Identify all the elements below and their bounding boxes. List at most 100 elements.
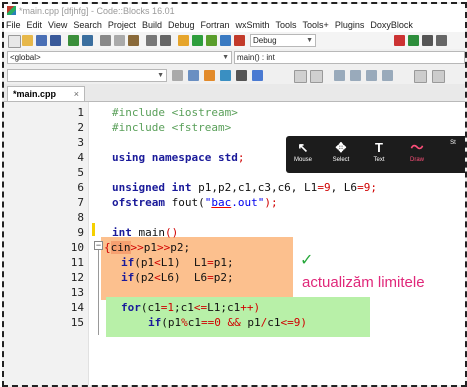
line-number: 2 (77, 121, 84, 134)
draw-tool-stamp[interactable]: St (438, 136, 465, 173)
regex-icon[interactable] (252, 70, 263, 81)
cut-icon[interactable] (100, 35, 111, 46)
jump-forward-icon[interactable] (188, 70, 199, 81)
menu-tools[interactable]: Tools (274, 18, 301, 32)
code-line-4: using namespace std; (112, 151, 245, 164)
menu-file[interactable]: File (4, 18, 25, 32)
fold-toggle-icon[interactable]: − (94, 241, 103, 250)
line-number: 3 (77, 136, 84, 149)
debug-step-icon[interactable] (422, 35, 433, 46)
rebuild-icon[interactable] (220, 35, 231, 46)
panel-right-icon[interactable] (432, 70, 445, 83)
jump-back-icon[interactable] (172, 70, 183, 81)
scope-select[interactable]: <global> ▼ (7, 51, 232, 64)
panel-left-icon[interactable] (414, 70, 427, 83)
replace-icon[interactable] (160, 35, 171, 46)
select-block-icon[interactable] (294, 70, 307, 83)
scope-bar: <global> ▼ main() : int (4, 49, 465, 66)
new-file-icon[interactable] (8, 35, 21, 48)
menu-bar: File Edit View Search Project Build Debug Fortr… (4, 18, 465, 32)
save-all-icon[interactable] (50, 35, 61, 46)
tab-main-cpp[interactable]: *main.cpp × (7, 86, 85, 101)
run-icon[interactable] (192, 35, 203, 46)
search-combo[interactable]: ▼ (7, 69, 167, 82)
draw-tool-text[interactable]: T Text (364, 136, 394, 173)
draw-tool-select[interactable]: ✥ Select (326, 136, 356, 173)
code-line-9: int main() (112, 226, 179, 239)
code-line-7: ofstream fout("bac.out"); (112, 196, 278, 209)
build-target-value: Debug (253, 36, 277, 45)
annotation-text: actualizăm limitele (302, 274, 425, 291)
tab-label: *main.cpp (13, 89, 57, 99)
line-number: 5 (77, 166, 84, 179)
line-number: 1 (77, 106, 84, 119)
line-number: 13 (70, 286, 84, 299)
highlight-icon[interactable] (204, 70, 215, 81)
code-line-15: if(p1%c1==0 && p1/c1<=9) (148, 316, 307, 329)
menu-project[interactable]: Project (106, 18, 140, 32)
menu-build[interactable]: Build (140, 18, 166, 32)
codeblocks-logo-icon (7, 6, 16, 15)
doxy-config-icon[interactable] (350, 70, 361, 81)
menu-debug[interactable]: Debug (166, 18, 199, 32)
menu-wxsmith[interactable]: wxSmith (234, 18, 274, 32)
code-line-1: #include <iostream> (112, 106, 238, 119)
line-number: 14 (70, 301, 84, 314)
redo-icon[interactable] (82, 35, 93, 46)
title-bar: *main.cpp [dfjhfg] - Code::Blocks 16.01 (4, 4, 465, 18)
save-icon[interactable] (36, 35, 47, 46)
close-icon[interactable]: × (74, 87, 79, 102)
code-line-2: #include <fstream> (112, 121, 232, 134)
function-value: main() : int (237, 53, 275, 62)
line-number: 4 (77, 151, 84, 164)
draw-tool-label: Select (332, 157, 350, 163)
line-number-gutter: 1 2 3 4 5 6 7 8 9 10 11 12 13 14 15 (4, 102, 89, 385)
draw-tool-label: Text (373, 157, 385, 163)
screenshot-frame: *main.cpp [dfjhfg] - Code::Blocks 16.01 … (2, 2, 467, 387)
fold-line (98, 250, 99, 335)
paste-icon[interactable] (128, 35, 139, 46)
build-run-icon[interactable] (206, 35, 217, 46)
window-title: *main.cpp [dfjhfg] - Code::Blocks 16.01 (19, 6, 175, 16)
debug-run-icon[interactable] (394, 35, 405, 46)
line-number: 7 (77, 196, 84, 209)
match-case-icon[interactable] (236, 70, 247, 81)
doxy-run-icon[interactable] (366, 70, 377, 81)
chevron-down-icon: ▼ (157, 72, 164, 79)
menu-search[interactable]: Search (71, 18, 106, 32)
menu-doxyblocks[interactable]: DoxyBlock (368, 18, 417, 32)
chevron-down-icon: ▼ (306, 37, 313, 44)
function-select[interactable]: main() : int (234, 51, 465, 64)
text-icon: T (375, 140, 383, 155)
build-target-select[interactable]: Debug ▼ (250, 34, 316, 47)
find-icon[interactable] (146, 35, 157, 46)
draw-tool-draw[interactable]: 〜 Draw (402, 136, 432, 173)
scope-value: <global> (10, 53, 41, 62)
open-file-icon[interactable] (22, 35, 33, 46)
code-line-11: if(p1<L1) L1=p1; (121, 256, 234, 269)
check-mark-icon: ✓ (300, 252, 314, 269)
doxy-icon[interactable] (334, 70, 345, 81)
menu-edit[interactable]: Edit (25, 18, 47, 32)
debug-next-icon[interactable] (436, 35, 447, 46)
secondary-toolbar: ▼ (4, 66, 465, 85)
code-line-10: {cin>>p1>>p2; (104, 241, 191, 254)
abort-icon[interactable] (234, 35, 245, 46)
line-number: 12 (70, 271, 84, 284)
line-number: 8 (77, 211, 84, 224)
undo-icon[interactable] (68, 35, 79, 46)
menu-tools-plus[interactable]: Tools+ (301, 18, 333, 32)
line-number: 15 (70, 316, 84, 329)
draw-tool-mouse[interactable]: ↖ Mouse (288, 136, 318, 173)
menu-fortran[interactable]: Fortran (198, 18, 233, 32)
menu-plugins[interactable]: Plugins (333, 18, 369, 32)
draw-tool-label: Draw (409, 157, 424, 163)
draw-toolbar: ↖ Mouse ✥ Select T Text 〜 Draw St (286, 136, 465, 173)
bookmark-icon[interactable] (220, 70, 231, 81)
build-icon[interactable] (178, 35, 189, 46)
doxy-html-icon[interactable] (382, 70, 393, 81)
menu-view[interactable]: View (46, 18, 71, 32)
toggle-comment-icon[interactable] (310, 70, 323, 83)
debug-continue-icon[interactable] (408, 35, 419, 46)
copy-icon[interactable] (114, 35, 125, 46)
